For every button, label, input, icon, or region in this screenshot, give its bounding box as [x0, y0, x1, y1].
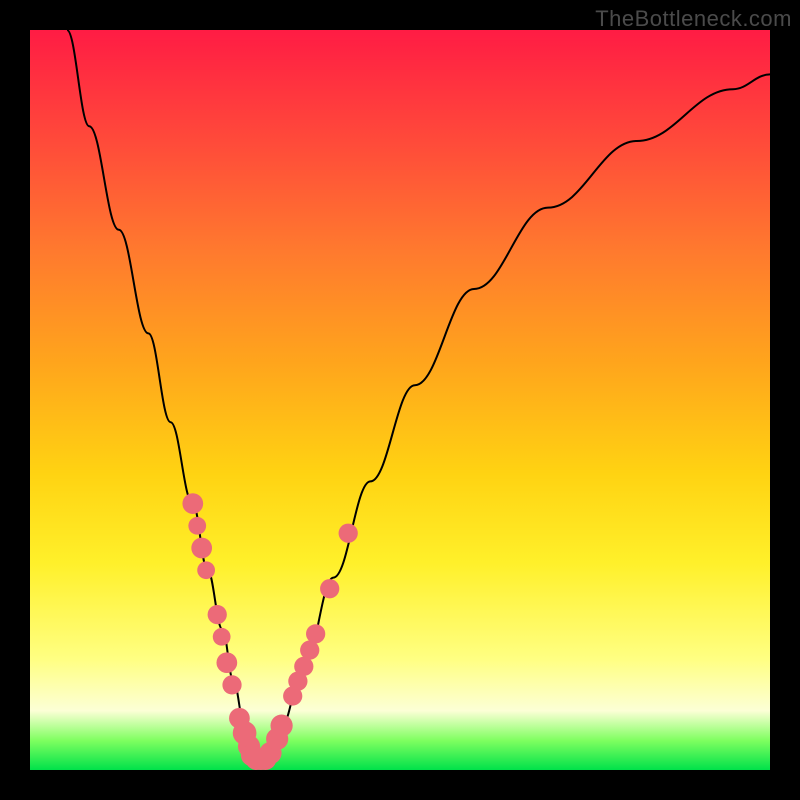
- data-marker: [306, 624, 325, 643]
- data-marker: [191, 538, 212, 559]
- data-marker: [339, 524, 358, 543]
- data-marker: [182, 493, 203, 514]
- bottleneck-curve: [67, 30, 770, 759]
- data-marker: [208, 605, 227, 624]
- data-marker: [216, 652, 237, 673]
- data-marker: [271, 715, 293, 737]
- data-marker: [320, 579, 339, 598]
- plot-area: [30, 30, 770, 770]
- chart-container: TheBottleneck.com: [0, 0, 800, 800]
- chart-svg: [30, 30, 770, 770]
- data-marker: [197, 561, 215, 579]
- data-marker: [188, 517, 206, 535]
- data-marker: [222, 675, 241, 694]
- data-marker: [213, 628, 231, 646]
- watermark-text: TheBottleneck.com: [595, 6, 792, 32]
